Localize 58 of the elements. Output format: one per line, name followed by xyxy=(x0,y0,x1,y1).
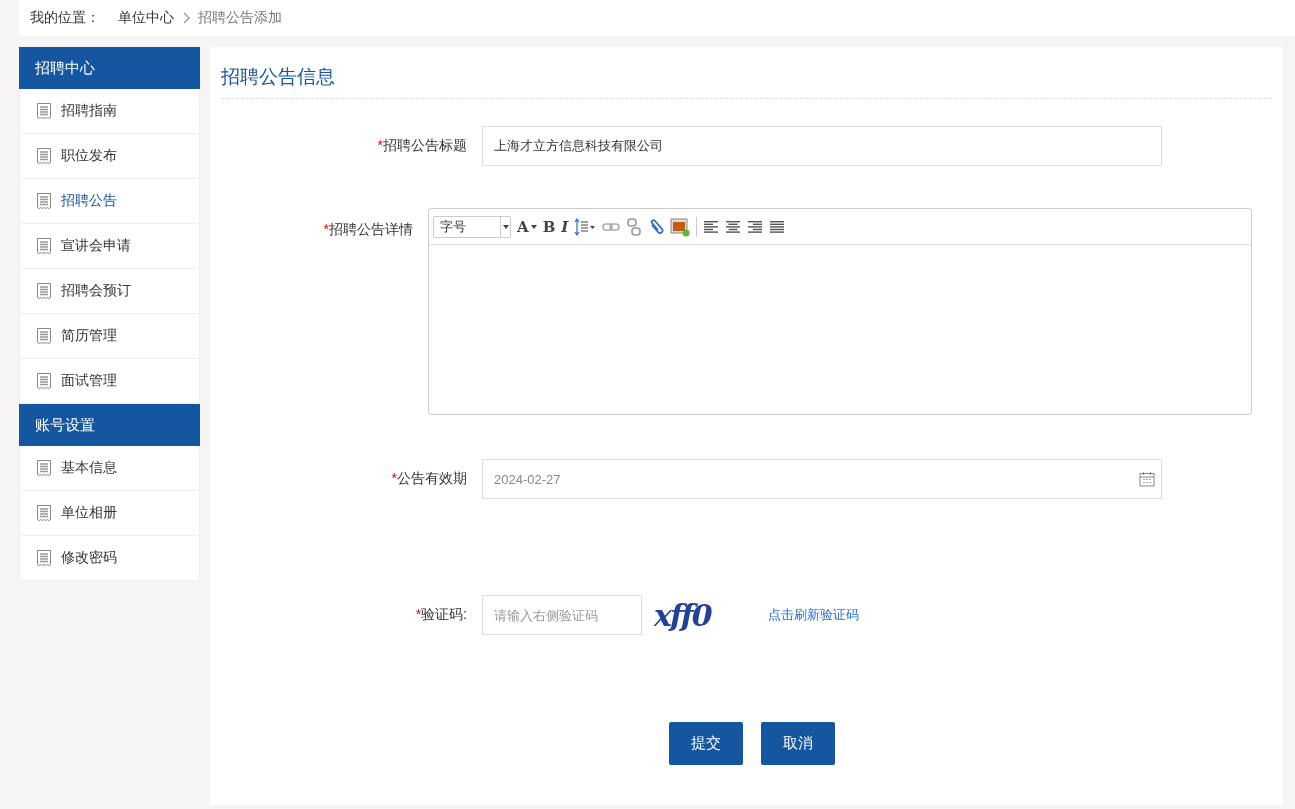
image-icon[interactable] xyxy=(670,216,691,237)
field-label: 验证码: xyxy=(421,606,467,622)
sidebar-group-header: 招聘中心 xyxy=(19,47,200,89)
form-button[interactable]: 提交 xyxy=(669,722,743,765)
sidebar-item[interactable]: 简历管理 xyxy=(19,314,200,359)
paperclip-icon[interactable] xyxy=(648,217,665,236)
calendar-icon[interactable] xyxy=(1139,471,1155,487)
italic-button[interactable]: I xyxy=(561,217,569,236)
document-icon xyxy=(36,504,52,522)
sidebar-item[interactable]: 宣讲会申请 xyxy=(19,224,200,269)
justify-icon[interactable] xyxy=(769,219,786,234)
field-label: 公告有效期 xyxy=(397,470,467,486)
sidebar-item[interactable]: 职位发布 xyxy=(19,134,200,179)
caret-icon[interactable] xyxy=(502,224,509,229)
document-icon xyxy=(36,237,52,255)
form-button[interactable]: 取消 xyxy=(761,722,835,765)
breadcrumb-item: 招聘公告添加 xyxy=(198,9,282,27)
align-right-icon[interactable] xyxy=(747,219,764,234)
document-icon xyxy=(36,192,52,210)
sidebar-item[interactable]: 招聘指南 xyxy=(19,89,200,134)
line-height-icon[interactable] xyxy=(574,217,597,236)
required-mark: * xyxy=(415,606,422,622)
field-label: 招聘公告详情 xyxy=(329,221,413,237)
breadcrumb-item[interactable]: 单位中心 xyxy=(118,9,174,27)
document-icon xyxy=(36,372,52,390)
location-label: 我的位置： xyxy=(30,9,100,27)
sidebar-item[interactable]: 修改密码 xyxy=(19,536,200,581)
align-center-icon[interactable] xyxy=(725,219,742,234)
bold-button[interactable]: B xyxy=(542,217,556,236)
document-icon xyxy=(36,327,52,345)
caret-icon[interactable] xyxy=(530,224,537,229)
document-icon xyxy=(36,282,52,300)
sidebar-item[interactable]: 面试管理 xyxy=(19,359,200,404)
font-color-button[interactable]: A xyxy=(517,217,537,236)
rich-text-editor[interactable]: 字号 A B I xyxy=(428,208,1252,415)
captcha-input[interactable]: 请输入右侧验证码 xyxy=(482,595,642,635)
captcha-image: xff0 xyxy=(654,597,711,633)
document-icon xyxy=(36,549,52,567)
section-title: 招聘公告信息 xyxy=(221,65,335,89)
title-input[interactable]: 上海才立方信息科技有限公司 xyxy=(482,126,1162,166)
document-icon xyxy=(36,459,52,477)
sidebar-item[interactable]: 招聘公告 xyxy=(19,179,200,224)
broken-link-icon[interactable] xyxy=(626,217,643,236)
sidebar-item[interactable]: 招聘会预订 xyxy=(19,269,200,314)
required-mark: * xyxy=(377,137,383,153)
document-icon xyxy=(36,102,52,120)
date-input[interactable]: 2024-02-27 xyxy=(482,459,1162,499)
field-label: 招聘公告标题 xyxy=(383,137,467,153)
required-mark: * xyxy=(323,221,329,237)
font-size-select[interactable]: 字号 xyxy=(433,215,511,238)
document-icon xyxy=(36,147,52,165)
sidebar-item[interactable]: 基本信息 xyxy=(19,446,200,491)
sidebar-item[interactable]: 单位相册 xyxy=(19,491,200,536)
align-left-icon[interactable] xyxy=(703,219,720,234)
refresh-captcha-link[interactable]: 点击刷新验证码 xyxy=(767,606,859,624)
required-mark: * xyxy=(391,470,397,486)
sidebar-group-header: 账号设置 xyxy=(19,404,200,446)
chevron-right-icon xyxy=(182,12,190,24)
